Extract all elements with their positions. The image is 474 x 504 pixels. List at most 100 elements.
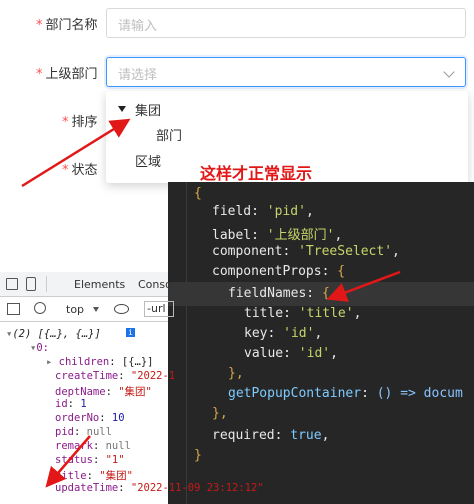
- code-key: key: [244, 326, 268, 341]
- console-row[interactable]: ▾0:: [30, 342, 49, 354]
- code-key: value: [244, 346, 284, 361]
- dept-name-label-text: 部门名称: [45, 18, 98, 33]
- array-summary: (2) [{…}, {…}]: [12, 328, 101, 340]
- code-line: {: [194, 186, 202, 201]
- required-mark: *: [36, 18, 43, 33]
- devtools-tabbar: Elements Conso: [0, 272, 172, 297]
- required-mark: *: [62, 115, 69, 130]
- eye-icon[interactable]: [114, 304, 129, 314]
- editor-gutter: [168, 182, 187, 504]
- brace: },: [228, 366, 244, 381]
- code-key: fieldNames: [228, 286, 307, 301]
- clear-console-icon[interactable]: [34, 302, 46, 314]
- console-row: createTime: "2022-1: [55, 370, 176, 382]
- prop-key: remark: [55, 440, 93, 452]
- code-value: () => docum: [376, 386, 463, 401]
- sort-label: * 排序: [62, 111, 98, 130]
- console-toolbar: top -url: [0, 297, 174, 322]
- code-key: component: [212, 244, 283, 259]
- console-row: orderNo: 10: [55, 412, 125, 424]
- code-line: required: true,: [212, 428, 330, 443]
- parent-dept-label: * 上级部门: [36, 63, 98, 82]
- tree-node-group[interactable]: 集团: [135, 100, 161, 119]
- console-row: id: 1: [55, 398, 87, 410]
- device-toolbar-icon[interactable]: [26, 277, 36, 291]
- console-row: pid: null: [55, 426, 112, 438]
- brace: },: [212, 406, 228, 421]
- parent-dept-placeholder: 请选择: [118, 68, 158, 83]
- tab-elements[interactable]: Elements: [74, 278, 125, 291]
- code-line: },: [228, 366, 244, 381]
- code-line: fieldNames: {: [228, 286, 330, 301]
- caret-down-icon[interactable]: [118, 106, 126, 112]
- tree-node-region[interactable]: 区域: [135, 151, 161, 170]
- prop-value: "2022-11-09 23:12:12": [130, 482, 264, 494]
- prop-key: deptName: [55, 386, 106, 398]
- code-line: }: [194, 448, 202, 463]
- context-caret-icon[interactable]: [93, 307, 99, 312]
- required-mark: *: [62, 163, 69, 178]
- code-editor: { field: 'pid', label: '上级部门', component…: [168, 182, 474, 504]
- chevron-down-icon[interactable]: [443, 66, 455, 78]
- context-selector[interactable]: top: [66, 303, 84, 316]
- prop-value: "1": [105, 454, 125, 466]
- code-key: label: [212, 228, 252, 243]
- prop-key: orderNo: [55, 412, 100, 424]
- prop-value: null: [105, 440, 131, 452]
- console-summary[interactable]: ▾(2) [{…}, {…}] i: [6, 328, 135, 340]
- code-string: 'id': [298, 346, 331, 361]
- code-line: title: 'title',: [244, 306, 362, 321]
- prop-value: 1: [80, 398, 87, 410]
- prop-value: "2022-1: [130, 370, 176, 382]
- code-bool: true: [290, 428, 322, 443]
- code-string: 'id': [283, 326, 315, 341]
- code-line: },: [212, 406, 228, 421]
- status-label: * 状态: [62, 159, 98, 178]
- console-row[interactable]: ▸ children: [{…}]: [46, 356, 154, 368]
- code-string: 'title': [298, 306, 354, 321]
- brace: {: [194, 186, 202, 201]
- dept-name-label: * 部门名称: [36, 14, 98, 33]
- parent-dept-label-text: 上级部门: [45, 67, 98, 82]
- code-key: title: [244, 306, 284, 321]
- prop-key: id: [55, 398, 68, 410]
- code-key: componentProps: [212, 264, 322, 279]
- prop-value: null: [86, 426, 112, 438]
- code-string: '上级部门': [266, 228, 335, 243]
- code-line: field: 'pid',: [212, 204, 314, 219]
- tree-node-dept[interactable]: 部门: [156, 125, 182, 144]
- code-line: componentProps: {: [212, 264, 346, 279]
- console-row: title: "集团": [55, 470, 133, 482]
- tab-console[interactable]: Conso: [138, 278, 172, 291]
- filter-input[interactable]: -url: [144, 301, 174, 317]
- info-icon: i: [126, 328, 135, 337]
- prop-value: 10: [111, 412, 125, 424]
- console-row: status: "1": [55, 454, 125, 466]
- prop-key: status: [55, 454, 93, 466]
- annotation-text: 这样才正常显示: [200, 164, 313, 183]
- code-line: key: 'id',: [244, 326, 323, 341]
- required-mark: *: [36, 67, 43, 82]
- code-string: 'pid': [266, 204, 306, 219]
- console-row: remark: null: [55, 440, 131, 452]
- prop-key: title: [55, 470, 87, 482]
- parent-dept-tree-select[interactable]: 请选择: [106, 57, 466, 87]
- array-index: 0:: [36, 342, 49, 354]
- inspect-icon[interactable]: [6, 278, 18, 290]
- code-line: getPopupContainer: () => docum: [228, 386, 463, 401]
- prop-value: "集团": [118, 386, 152, 398]
- sidebar-toggle-icon[interactable]: [7, 303, 20, 315]
- console-output: ▾(2) [{…}, {…}] i ▾0: ▸ children: [{…}] c…: [0, 322, 264, 504]
- sort-label-text: 排序: [71, 115, 98, 130]
- prop-key: updateTime: [55, 482, 119, 494]
- prop-value: "集团": [99, 470, 133, 482]
- console-row: updateTime: "2022-11-09 23:12:12": [55, 482, 264, 494]
- status-label-text: 状态: [71, 163, 98, 178]
- prop-key: createTime: [55, 370, 119, 382]
- brace: }: [194, 448, 202, 463]
- code-string: 'TreeSelect': [298, 244, 393, 259]
- dept-name-input[interactable]: 请输入: [106, 8, 466, 38]
- code-line: label: '上级部门',: [212, 228, 343, 243]
- code-line: value: 'id',: [244, 346, 338, 361]
- dept-name-placeholder: 请输入: [118, 19, 158, 34]
